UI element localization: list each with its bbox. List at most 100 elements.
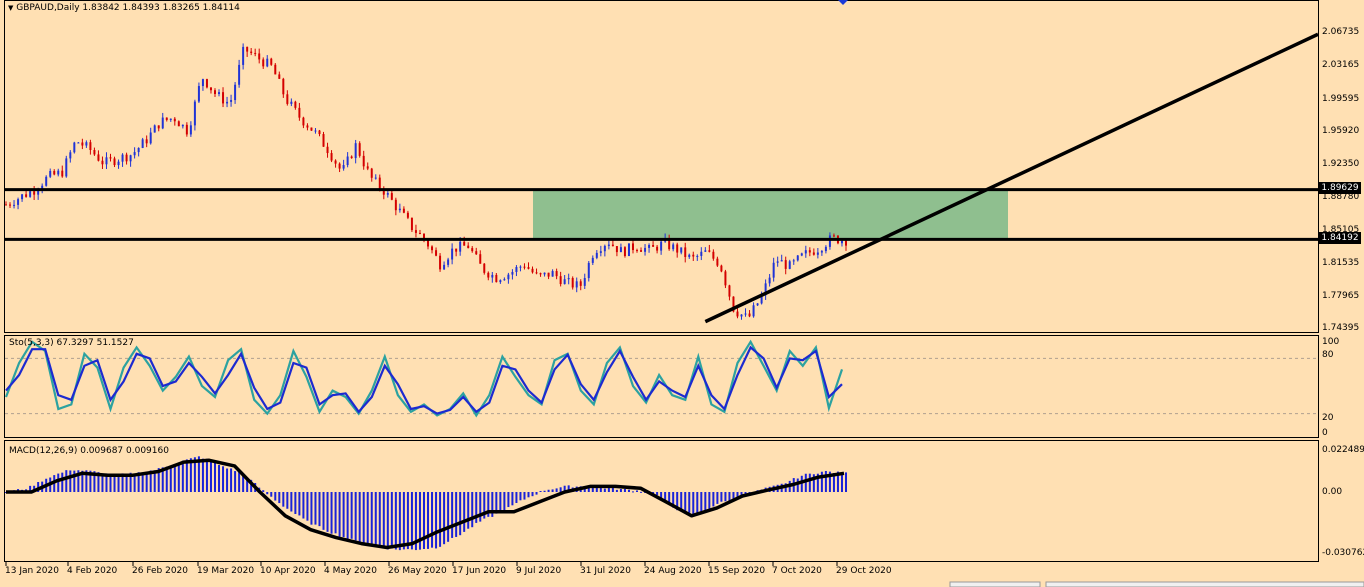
macd-histogram-bar <box>282 492 285 507</box>
price-tick: 1.92350 <box>1322 159 1360 169</box>
candle-body <box>579 281 582 286</box>
macd-histogram-bar <box>603 488 606 492</box>
macd-histogram-bar <box>222 466 225 492</box>
candle-body <box>551 271 554 277</box>
stoch-tick: 80 <box>1322 350 1334 360</box>
candle-body <box>13 204 16 206</box>
candle-body <box>824 246 827 252</box>
macd-histogram-bar <box>435 492 438 549</box>
macd-histogram-bar <box>306 492 309 521</box>
macd-histogram-bar <box>796 478 799 492</box>
macd-histogram-bar <box>539 490 542 492</box>
candle-body <box>246 46 249 52</box>
candle-body <box>258 53 261 60</box>
candle-body <box>161 117 164 129</box>
macd-histogram-bar <box>511 492 514 506</box>
macd-histogram-bar <box>607 487 610 492</box>
candle-body <box>636 250 639 252</box>
candle-body <box>81 142 84 146</box>
candle-body <box>262 59 265 67</box>
macd-histogram-bar <box>362 492 365 544</box>
macd-histogram-bar <box>543 490 546 492</box>
candle-body <box>153 125 156 133</box>
candle-body <box>547 272 550 277</box>
candle-body <box>688 254 691 258</box>
candle-body <box>374 177 377 179</box>
candle-body <box>563 279 566 285</box>
macd-histogram-bar <box>181 460 184 492</box>
candle-body <box>77 142 80 144</box>
candle-body <box>744 313 747 315</box>
candle-body <box>386 193 389 195</box>
header-arrow-icon[interactable]: ▼ <box>8 4 13 12</box>
macd-histogram-bar <box>346 492 349 539</box>
macd-histogram-bar <box>201 458 204 492</box>
macd-histogram-bar <box>447 492 450 542</box>
macd-histogram-bar <box>422 492 425 550</box>
candle-body <box>555 271 558 277</box>
candle-body <box>644 247 647 252</box>
macd-histogram-bar <box>535 492 538 495</box>
macd-histogram-bar <box>503 492 506 512</box>
macd-histogram-bar <box>804 473 807 492</box>
macd-histogram-bar <box>708 492 711 509</box>
candle-body <box>362 155 365 167</box>
candle-body <box>61 170 64 177</box>
candle-body <box>53 170 56 175</box>
candle-body <box>189 125 192 135</box>
candle-body <box>728 285 731 297</box>
macd-histogram-bar <box>334 492 337 534</box>
candle-body <box>527 267 530 269</box>
candle-body <box>431 246 434 251</box>
candle-body <box>595 252 598 258</box>
candle-body <box>459 241 462 252</box>
price-tick: 1.81535 <box>1322 258 1360 268</box>
candle-body <box>631 243 634 251</box>
object-marker <box>838 0 848 5</box>
candle-body <box>463 241 466 246</box>
candle-body <box>334 160 337 164</box>
macd-histogram-bar <box>57 473 60 492</box>
candle-body <box>149 132 152 144</box>
candle-body <box>503 279 506 281</box>
candle-body <box>286 94 289 104</box>
candle-body <box>591 257 594 263</box>
candle-body <box>410 217 413 231</box>
macd-histogram-bar <box>302 492 305 519</box>
macd-histogram-bar <box>338 492 341 537</box>
candle-body <box>599 251 602 253</box>
symbol-ohlc-text: GBPAUD,Daily 1.83842 1.84393 1.83265 1.8… <box>16 3 240 13</box>
candle-body <box>29 191 32 197</box>
macd-histogram-bar <box>459 492 462 536</box>
macd-histogram-bar <box>627 489 630 492</box>
scrollbar-segment <box>949 581 1041 587</box>
candle-body <box>559 276 562 285</box>
candle-body <box>772 262 775 278</box>
macd-histogram-bar <box>61 472 64 492</box>
macd-histogram-bar <box>314 492 317 525</box>
candle-body <box>418 232 421 234</box>
candle-body <box>213 90 216 94</box>
candle-body <box>788 261 791 269</box>
candle-body <box>209 87 212 91</box>
candle-body <box>439 255 442 270</box>
candle-body <box>290 101 293 104</box>
candle-body <box>575 281 578 288</box>
macd-histogram-bar <box>69 470 72 492</box>
candle-body <box>571 278 574 288</box>
macd-histogram-bar <box>443 492 446 545</box>
candle-body <box>5 204 7 206</box>
candle-body <box>370 168 373 178</box>
candle-body <box>708 250 711 252</box>
date-tick: 24 Aug 2020 <box>644 566 702 576</box>
macd-tick: -0.030762 <box>1322 548 1364 558</box>
date-tick: 31 Jul 2020 <box>580 566 631 576</box>
candle-body <box>278 74 281 79</box>
chart-canvas <box>4 0 1364 587</box>
candle-body <box>366 166 369 169</box>
macd-histogram-bar <box>845 472 847 492</box>
candle-body <box>776 261 779 263</box>
candle-body <box>676 244 679 253</box>
candle-body <box>65 158 68 177</box>
candle-body <box>495 274 498 283</box>
